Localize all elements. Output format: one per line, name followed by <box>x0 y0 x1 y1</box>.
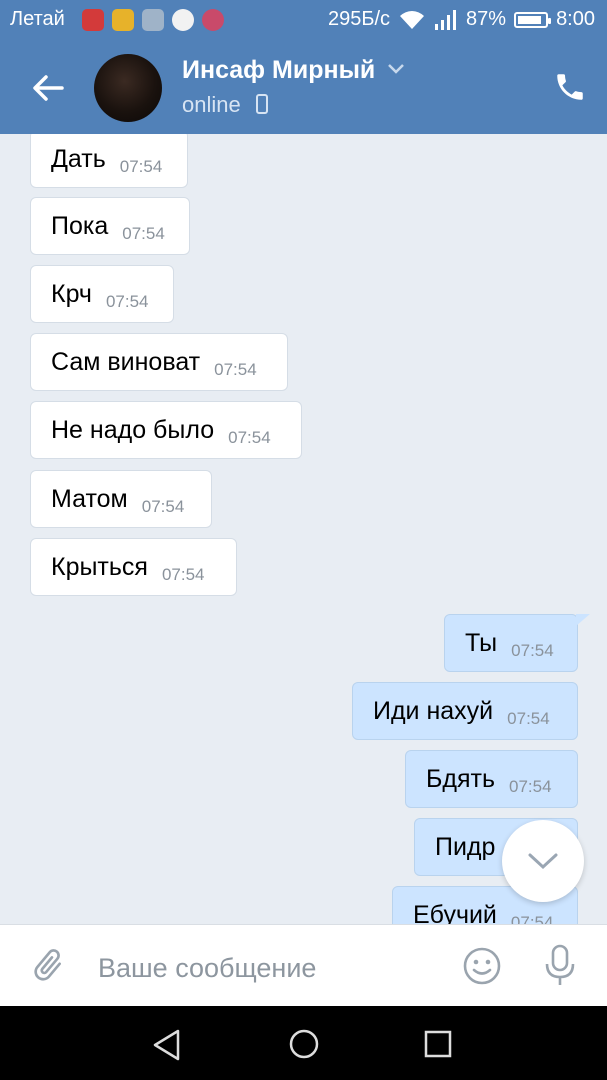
status-bar: Летай 295Б/с 87% 8:00 <box>0 0 607 42</box>
message-text: Пока <box>51 211 109 240</box>
phone-icon <box>557 74 583 100</box>
message-text: Сам виноват <box>51 347 201 376</box>
contact-name[interactable]: Инсаф Мирный <box>182 56 375 85</box>
bubble-tail <box>576 614 590 626</box>
wifi-icon <box>400 10 425 29</box>
incoming-message[interactable]: Матом 07:54 <box>30 470 212 528</box>
contact-status: online <box>182 92 269 118</box>
avatar-notification-icon <box>202 9 224 31</box>
incoming-message[interactable]: Пока 07:54 <box>30 197 190 255</box>
online-status-text: online <box>182 92 241 117</box>
message-input[interactable] <box>96 947 440 989</box>
call-button[interactable] <box>553 70 587 109</box>
message-time: 07:54 <box>119 157 163 176</box>
network-speed: 295Б/с <box>327 8 391 30</box>
image-notification-icon <box>142 9 164 31</box>
message-text: Дать <box>51 144 106 173</box>
notification-icons <box>82 9 224 31</box>
outgoing-message[interactable]: Иди нахуй 07:54 <box>352 682 578 740</box>
emoji-button[interactable] <box>462 946 502 991</box>
message-text: Ты <box>465 628 498 657</box>
app-notification-icon <box>82 9 104 31</box>
message-list[interactable]: Дать 07:54 Пока 07:54 Крч 07:54 Сам виноват 07:… <box>0 134 607 924</box>
outgoing-message[interactable]: Ты 07:54 <box>444 614 578 672</box>
voice-record-button[interactable] <box>542 943 578 994</box>
message-time: 07:54 <box>511 641 554 660</box>
incoming-message[interactable]: Не надо было 07:54 <box>30 401 302 459</box>
message-time: 07:54 <box>228 428 271 447</box>
mobile-device-icon <box>255 94 268 114</box>
nav-recent-apps-icon[interactable] <box>424 1030 452 1058</box>
message-time: 07:54 <box>510 913 554 924</box>
message-time: 07:54 <box>509 777 552 796</box>
signal-icon <box>435 9 457 30</box>
contact-avatar[interactable] <box>94 54 162 122</box>
carrier-label: Летай <box>10 8 65 30</box>
nav-back-icon[interactable] <box>150 1028 184 1062</box>
chevron-down-icon <box>528 853 558 870</box>
app-notification-icon <box>112 9 134 31</box>
app-notification-icon <box>172 9 194 31</box>
attach-button[interactable] <box>28 945 68 992</box>
message-time: 07:54 <box>214 360 257 379</box>
message-time: 07:54 <box>122 224 165 243</box>
system-navigation-bar <box>0 1006 607 1080</box>
message-text: Ебучий <box>413 900 497 925</box>
message-text: Крч <box>51 279 92 308</box>
battery-icon <box>514 11 552 28</box>
message-text: Пидр <box>435 832 496 861</box>
back-button[interactable] <box>24 64 72 112</box>
message-time: 07:54 <box>161 565 205 584</box>
smiley-icon <box>463 947 501 985</box>
battery-percent: 87% <box>466 8 507 30</box>
clock: 8:00 <box>556 8 595 30</box>
microphone-icon <box>545 944 575 985</box>
message-text: Крыться <box>51 552 148 581</box>
battery-fill <box>518 15 541 24</box>
message-time: 07:54 <box>105 292 149 311</box>
incoming-message[interactable]: Дать 07:54 <box>30 134 188 188</box>
outgoing-message[interactable]: Бдять 07:54 <box>405 750 578 808</box>
message-text: Бдять <box>426 764 496 793</box>
message-text: Иди нахуй <box>373 696 494 725</box>
scroll-down-button[interactable] <box>502 820 584 902</box>
message-time: 07:54 <box>141 497 185 516</box>
chat-header: Инсаф Мирный online <box>0 42 607 134</box>
message-time: 07:54 <box>507 709 550 728</box>
message-composer <box>0 924 607 1007</box>
chevron-down-icon[interactable] <box>386 62 406 76</box>
incoming-message[interactable]: Крыться 07:54 <box>30 538 237 596</box>
message-text: Не надо было <box>51 415 215 444</box>
nav-home-icon[interactable] <box>288 1028 320 1060</box>
paperclip-icon <box>34 949 61 981</box>
incoming-message[interactable]: Крч 07:54 <box>30 265 174 323</box>
arrow-left-icon <box>33 75 64 101</box>
incoming-message[interactable]: Сам виноват 07:54 <box>30 333 288 391</box>
message-text: Матом <box>51 484 128 513</box>
